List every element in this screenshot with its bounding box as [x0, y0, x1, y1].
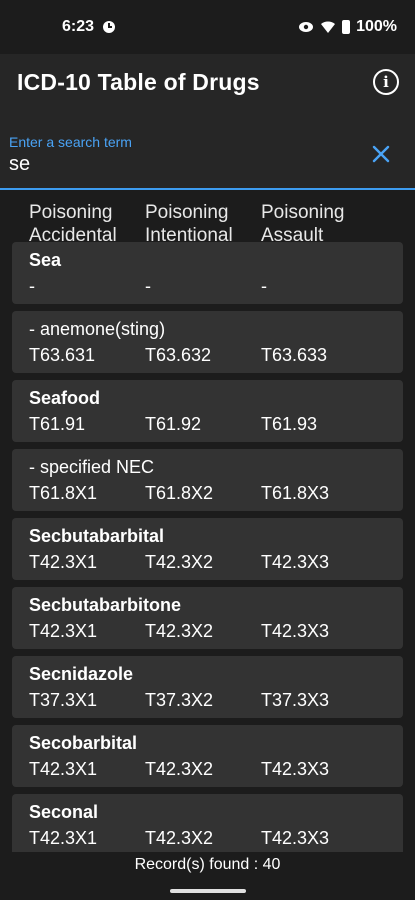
info-icon: i [383, 73, 389, 91]
battery-icon [342, 20, 351, 34]
header-intentional: Poisoning Intentional [145, 201, 261, 246]
code-assault: T42.3X3 [261, 621, 330, 641]
code-accidental: T37.3X1 [29, 690, 98, 710]
code-assault: T61.8X3 [261, 483, 330, 503]
records-count: Record(s) found : 40 [134, 856, 281, 873]
code-accidental: T63.631 [29, 345, 96, 365]
code-assault: T63.633 [261, 345, 328, 365]
list-item[interactable]: - anemone(sting) T63.631 T63.632 T63.633 [12, 311, 403, 373]
code-assault: T42.3X3 [261, 828, 330, 848]
drug-name: - anemone(sting) [29, 319, 166, 339]
code-intentional: T42.3X2 [145, 552, 214, 572]
code-accidental: T42.3X1 [29, 552, 98, 572]
header-intentional-line1: Poisoning [145, 202, 229, 223]
drug-name: Secnidazole [29, 664, 134, 684]
list-item[interactable]: Secbutabarbitone T42.3X1 T42.3X2 T42.3X3 [12, 587, 403, 649]
drug-name: Secbutabarbital [29, 526, 165, 546]
code-accidental: T42.3X1 [29, 621, 98, 641]
code-assault: T42.3X3 [261, 759, 330, 779]
drug-name: Sea [29, 250, 62, 270]
page-title: ICD-10 Table of Drugs [17, 68, 260, 95]
notification-icon [103, 21, 116, 33]
code-intentional: - [145, 276, 151, 296]
list-item[interactable]: Secobarbital T42.3X1 T42.3X2 T42.3X3 [12, 725, 403, 787]
code-intentional: T42.3X2 [145, 759, 214, 779]
battery-level: 100% [356, 18, 397, 35]
drug-name: Seconal [29, 802, 99, 822]
info-button[interactable]: i [373, 69, 399, 95]
search-field: Enter a search term [0, 110, 415, 190]
header-assault-line2: Assault [261, 225, 324, 246]
status-time: 6:23 [62, 18, 95, 35]
list-item[interactable]: Secnidazole T37.3X1 T37.3X2 T37.3X3 [12, 656, 403, 718]
code-intentional: T37.3X2 [145, 690, 214, 710]
wifi-icon [321, 21, 336, 33]
search-input[interactable] [9, 152, 349, 176]
code-accidental: T42.3X1 [29, 759, 98, 779]
list-item[interactable]: Seconal T42.3X1 T42.3X2 T42.3X3 [12, 794, 403, 856]
code-accidental: T61.91 [29, 414, 86, 434]
code-assault: T42.3X3 [261, 552, 330, 572]
code-accidental: T42.3X1 [29, 828, 98, 848]
header-intentional-line2: Intentional [145, 225, 233, 246]
status-bar: 6:23 100% [0, 0, 415, 54]
code-assault: T37.3X3 [261, 690, 330, 710]
code-assault: - [261, 276, 267, 296]
code-intentional: T63.632 [145, 345, 212, 365]
drug-name: Seafood [29, 388, 101, 408]
drug-name: Secobarbital [29, 733, 138, 753]
code-intentional: T61.8X2 [145, 483, 214, 503]
code-intentional: T61.92 [145, 414, 202, 434]
code-accidental: - [29, 276, 35, 296]
drug-name: - specified NEC [29, 457, 155, 477]
drug-list: Sea - - - - anemone(sting) T63.631 T63.6… [0, 242, 415, 856]
code-assault: T61.93 [261, 414, 318, 434]
clear-search-button[interactable] [367, 140, 395, 168]
code-intentional: T42.3X2 [145, 621, 214, 641]
column-headers: Poisoning Accidental Poisoning Intention… [0, 190, 415, 246]
navigation-handle[interactable] [170, 889, 246, 893]
header-assault-line1: Poisoning [261, 202, 345, 223]
code-intentional: T42.3X2 [145, 828, 214, 848]
close-icon [372, 145, 390, 163]
header-accidental-line2: Accidental [29, 225, 117, 246]
header-accidental: Poisoning Accidental [29, 201, 145, 246]
drug-name: Secbutabarbitone [29, 595, 182, 615]
status-left: 6:23 [62, 18, 116, 36]
list-item[interactable]: Seafood T61.91 T61.92 T61.93 [12, 380, 403, 442]
header-assault: Poisoning Assault [261, 201, 377, 246]
header-accidental-line1: Poisoning [29, 202, 113, 223]
eye-icon [299, 22, 314, 32]
list-item[interactable]: - specified NEC T61.8X1 T61.8X2 T61.8X3 [12, 449, 403, 511]
app-bar: ICD-10 Table of Drugs i [0, 54, 415, 110]
list-item[interactable]: Sea - - - [12, 242, 403, 304]
code-accidental: T61.8X1 [29, 483, 98, 503]
list-item[interactable]: Secbutabarbital T42.3X1 T42.3X2 T42.3X3 [12, 518, 403, 580]
search-label: Enter a search term [9, 134, 132, 150]
status-right: 100% [298, 18, 397, 36]
